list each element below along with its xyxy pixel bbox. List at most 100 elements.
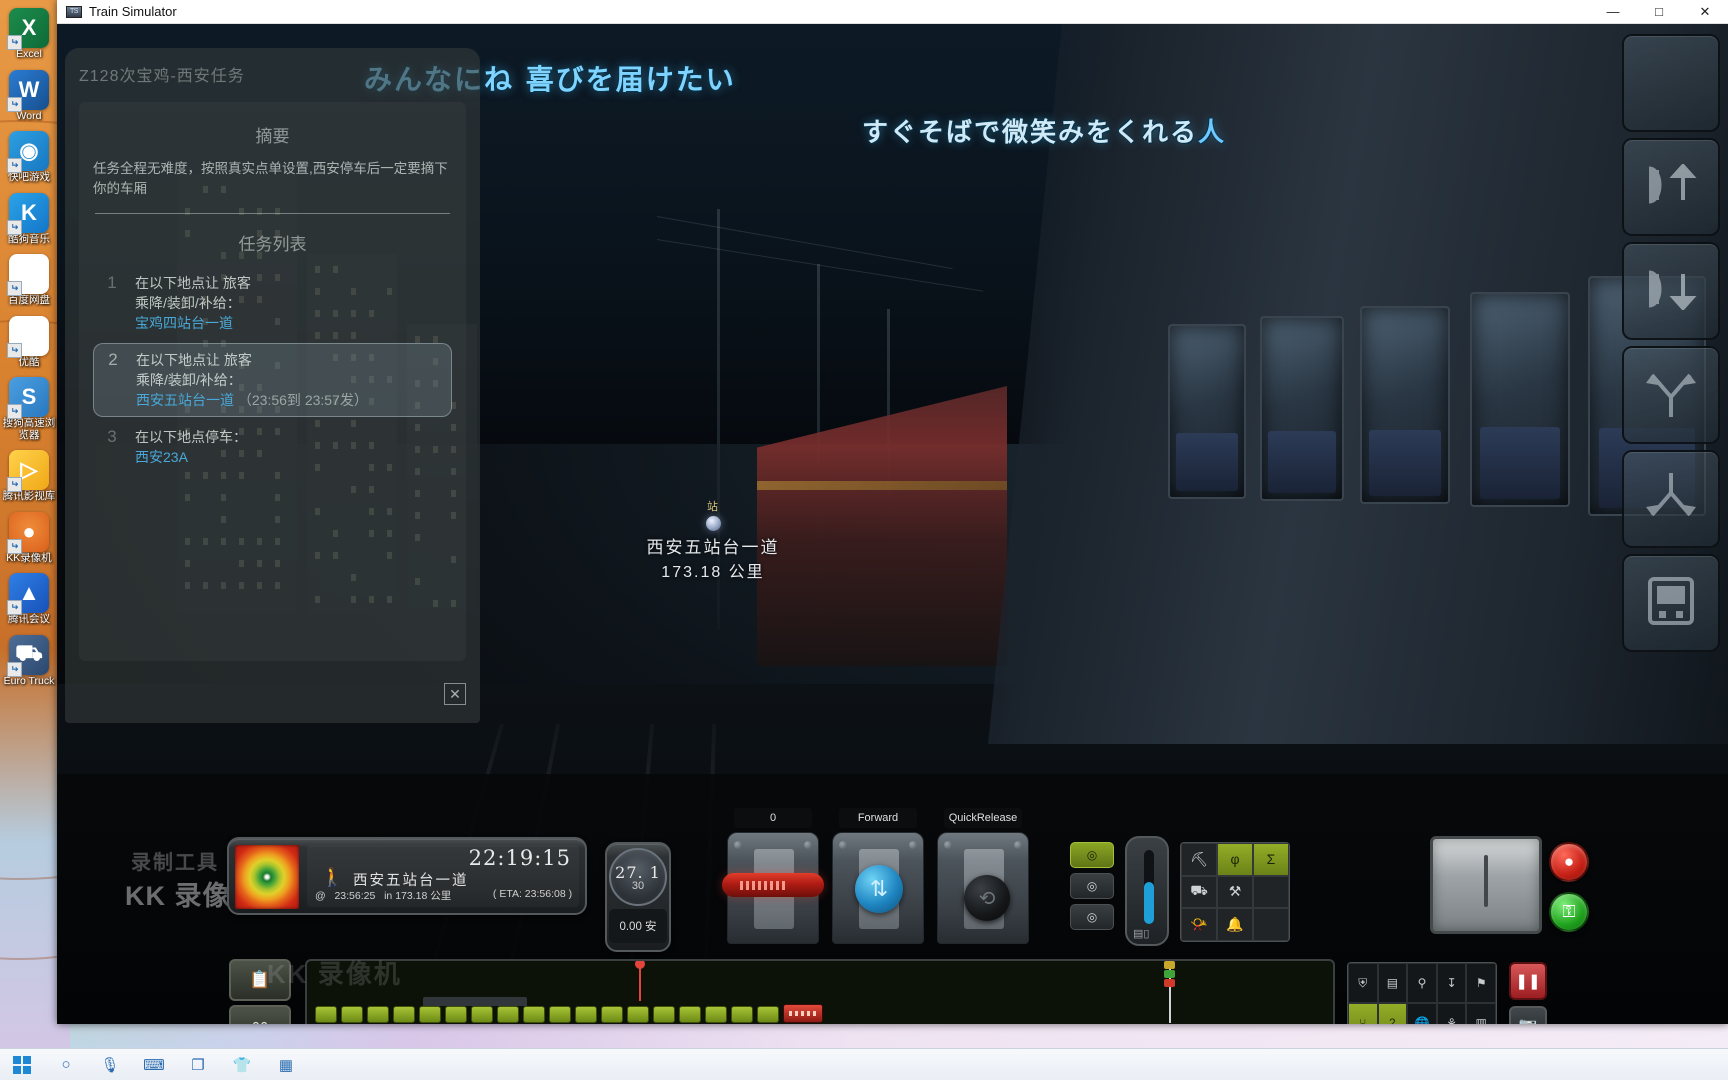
main-reservoir-gauge[interactable] xyxy=(1430,836,1542,934)
blank-panel-button[interactable] xyxy=(1622,34,1720,132)
track-map[interactable]: 0.0% 宝鸡四站台一道 xyxy=(305,959,1335,1024)
mission-task-row[interactable]: 2 在以下地点让 旅客 乘降/装卸/补给： 西安五站台一道 （23:56到 23:57… xyxy=(93,343,452,417)
desktop-icon-kugou-music[interactable]: K酷狗音乐 xyxy=(0,193,58,246)
signal-aspect xyxy=(1164,970,1175,978)
app-icon xyxy=(66,6,82,18)
desktop-icon-baidu-netdisk[interactable]: ❀百度网盘 xyxy=(0,254,58,307)
map-cursor xyxy=(639,961,641,1001)
tree-icon: ⚘ xyxy=(1446,1016,1457,1024)
shovel-icon: ⚒ xyxy=(1229,883,1242,900)
desktop-icon-kuaiba-games[interactable]: ◉快吧游戏 xyxy=(0,131,58,184)
consist-car xyxy=(705,1006,727,1023)
lever-handle[interactable]: ⟲ xyxy=(964,875,1010,921)
map-filter-3[interactable]: ⚲ xyxy=(1407,963,1437,1003)
reverser-lever[interactable]: Forward ⇅ xyxy=(832,832,924,944)
in-label: in xyxy=(384,890,392,902)
desktop-icon-tencent-video-library[interactable]: ▷腾讯影视库 xyxy=(0,450,58,503)
apps-grid-icon[interactable]: ▦ xyxy=(266,1050,306,1080)
brake-pipe-slider[interactable]: ▤▯ xyxy=(1125,836,1169,946)
horn-button[interactable]: 📯 xyxy=(1181,908,1217,941)
desktop-icon-tencent-meeting[interactable]: ▲腾讯会议 xyxy=(0,573,58,626)
map-filter-4[interactable]: ↧ xyxy=(1437,963,1467,1003)
slider-fill xyxy=(1144,882,1154,924)
free-camera-button[interactable]: ◎ xyxy=(1070,904,1114,930)
desktop-icon-sogou-browser[interactable]: S搜狗高速浏览器 xyxy=(0,377,58,441)
lever-label: QuickRelease xyxy=(944,808,1022,828)
mission-task-row[interactable]: 3 在以下地点停车： 西安23A xyxy=(93,421,452,473)
task-view-icon[interactable]: ❐ xyxy=(178,1050,218,1080)
euro-truck-icon: ⛟ xyxy=(9,635,49,675)
map-filter-6[interactable]: ⑂ xyxy=(1348,1003,1378,1024)
gauge-icon: ▤▯ xyxy=(1133,927,1149,940)
map-filter-9[interactable]: ⚘ xyxy=(1437,1003,1467,1024)
junction-ahead-icon xyxy=(1642,367,1700,424)
minimize-button[interactable]: — xyxy=(1590,0,1636,24)
lamp-icon: φ xyxy=(1230,851,1239,867)
hud-toggle-button[interactable] xyxy=(1622,554,1720,652)
speedometer-panel[interactable]: 27. 1 30 0.00 安 xyxy=(605,842,671,952)
junction-behind-button[interactable] xyxy=(1622,450,1720,548)
pause-button[interactable]: ❚❚ xyxy=(1509,962,1547,1000)
lever-handle[interactable] xyxy=(722,873,824,897)
desktop-icon-excel[interactable]: XExcel xyxy=(0,8,58,61)
coupler-icon: Σ xyxy=(1267,851,1276,867)
call-dispatcher-down-button[interactable] xyxy=(1622,242,1720,340)
shunt-button[interactable]: ⛟ xyxy=(1181,876,1217,909)
desktop-icon-kk-recorder[interactable]: ●KK录像机 xyxy=(0,512,58,565)
start-button[interactable] xyxy=(2,1050,42,1080)
shirt-app-icon[interactable]: 👕 xyxy=(222,1050,262,1080)
throttle-lever[interactable]: 0 xyxy=(727,832,819,944)
map-filter-7[interactable]: 2 xyxy=(1378,1003,1408,1024)
pedestrian-icon: 🚶 xyxy=(321,867,343,888)
train-simulator-window: Train Simulator — □ ✕ xyxy=(57,0,1728,1024)
call-dispatcher-up-button[interactable] xyxy=(1622,138,1720,236)
cortana-mic-icon[interactable]: 🎙 xyxy=(90,1050,130,1080)
empty-slot-1[interactable] xyxy=(1253,876,1289,909)
keyboard-icon[interactable]: ⌨ xyxy=(134,1050,174,1080)
map-filter-2[interactable]: ▤ xyxy=(1378,963,1408,1003)
load-cargo-button[interactable]: ⛏ xyxy=(1181,843,1217,876)
consist-car xyxy=(367,1006,389,1023)
train-brake-lever[interactable]: QuickRelease ⟲ xyxy=(937,832,1029,944)
desktop-icon-euro-truck[interactable]: ⛟Euro Truck xyxy=(0,635,58,688)
empty-slot-2[interactable] xyxy=(1253,908,1289,941)
lamp-button[interactable]: φ xyxy=(1217,843,1253,876)
map-filter-1[interactable]: ⛨ xyxy=(1348,963,1378,1003)
external-camera-button[interactable]: ◎ xyxy=(1070,873,1114,899)
start-engine-button[interactable]: ⚿ xyxy=(1549,892,1589,932)
coupling-button[interactable]: ⚯ xyxy=(229,1005,291,1024)
globe-icon: 🌐 xyxy=(1415,1016,1430,1024)
mission-briefing-panel[interactable]: Z128次宝鸡-西安任务 摘要 任务全程无难度，按照真实点单设置,西安停车后一定… xyxy=(65,48,480,723)
divider xyxy=(95,213,450,214)
at-symbol: @ xyxy=(315,890,326,902)
shovel-button[interactable]: ⚒ xyxy=(1217,876,1253,909)
close-button[interactable]: ✕ xyxy=(1682,0,1728,24)
map-filter-5[interactable]: ⚑ xyxy=(1466,963,1496,1003)
task-line-2: 乘降/装卸/补给： xyxy=(136,370,368,390)
desktop-icon-youku[interactable]: ▶优酷 xyxy=(0,316,58,369)
search-icon[interactable]: ○ xyxy=(46,1050,86,1080)
map-filter-8[interactable]: 🌐 xyxy=(1407,1003,1437,1024)
map-filter-10[interactable]: ▥ xyxy=(1466,1003,1496,1024)
maximize-button[interactable]: □ xyxy=(1636,0,1682,24)
lever-handle[interactable]: ⇅ xyxy=(855,865,903,913)
task-number: 3 xyxy=(101,427,123,467)
consist-car xyxy=(653,1006,675,1023)
next-stop-info-panel[interactable]: 22:19:15 🚶 西安五站台一道 @ 23:56:25 in 173.18 … xyxy=(227,837,587,915)
mission-close-button[interactable]: ✕ xyxy=(444,683,466,705)
playback-button-column: ❚❚ 📷 xyxy=(1509,962,1547,1024)
task-location-line: 西安五站台一道 （23:56到 23:57发） xyxy=(136,390,368,410)
junction-ahead-button[interactable] xyxy=(1622,346,1720,444)
task-view-icon: ❐ xyxy=(191,1056,204,1074)
coupler-button[interactable]: Σ xyxy=(1253,843,1289,876)
mission-task-row[interactable]: 1 在以下地点让 旅客 乘降/装卸/补给： 宝鸡四站台一道 xyxy=(93,267,452,339)
screenshot-button[interactable]: 📷 xyxy=(1509,1006,1547,1024)
bell-button[interactable]: 🔔 xyxy=(1217,908,1253,941)
desktop-icon-word[interactable]: WWord xyxy=(0,70,58,123)
game-3d-viewport[interactable]: みんなにね 喜びを届けたい すぐそばで微笑みをくれる人 Z128次宝鸡-西安任务… xyxy=(57,24,1728,1024)
cab-camera-button[interactable]: ◎ xyxy=(1070,842,1114,868)
emergency-stop-button[interactable]: ● xyxy=(1549,842,1589,882)
carriage-window xyxy=(1260,316,1344,501)
apps-grid-icon: ▦ xyxy=(279,1056,293,1074)
signal-aspect xyxy=(1164,961,1175,969)
